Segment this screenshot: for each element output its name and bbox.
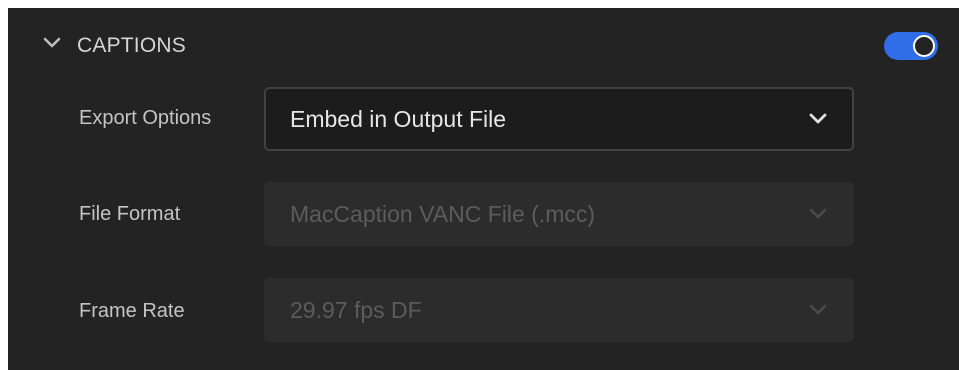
frame-rate-label: Frame Rate [79,300,185,322]
captions-section-header[interactable]: CAPTIONS [8,8,959,84]
frame-rate-dropdown: 29.97 fps DF [264,278,854,342]
captions-panel: CAPTIONS Export Options Embed in Output … [8,8,959,370]
toggle-knob [913,35,935,57]
export-options-label: Export Options [79,107,212,129]
file-format-value: MacCaption VANC File (.mcc) [290,201,596,227]
chevron-down-icon [809,113,827,124]
captions-enable-toggle[interactable] [884,32,938,60]
export-options-value: Embed in Output File [290,106,507,132]
file-format-dropdown: MacCaption VANC File (.mcc) [264,182,854,246]
frame-rate-value: 29.97 fps DF [290,297,422,323]
chevron-down-icon [809,304,827,315]
section-title[interactable]: CAPTIONS [77,34,186,58]
chevron-down-icon [809,208,827,219]
file-format-label: File Format [79,203,181,225]
export-options-dropdown[interactable]: Embed in Output File [264,87,854,151]
chevron-down-icon[interactable] [42,36,62,50]
